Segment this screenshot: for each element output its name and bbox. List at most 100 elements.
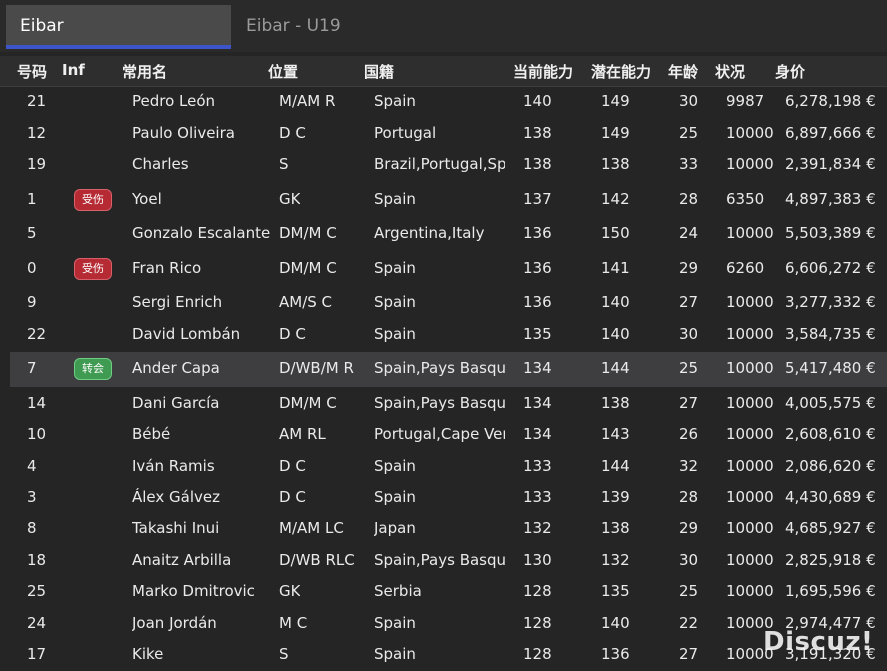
cell-number: 9 bbox=[27, 293, 37, 311]
cell-nationality: Spain bbox=[374, 488, 416, 506]
column-header-value[interactable]: 身价 bbox=[775, 61, 805, 82]
column-header-current-ability[interactable]: 当前能力 bbox=[513, 61, 573, 82]
column-header-potential-ability[interactable]: 潜在能力 bbox=[591, 61, 651, 82]
cell-value: 4,897,383 € bbox=[785, 190, 876, 208]
cell-number: 0 bbox=[27, 259, 37, 277]
column-header-name[interactable]: 常用名 bbox=[122, 61, 167, 82]
tab-bar: Eibar Eibar - U19 bbox=[0, 0, 887, 52]
cell-nationality: Spain bbox=[374, 293, 416, 311]
cell-condition: 10000 bbox=[726, 359, 774, 377]
column-header-inf[interactable]: Inf bbox=[62, 61, 85, 79]
cell-value: 4,685,927 € bbox=[785, 519, 876, 537]
cell-nationality: Argentina,Italy bbox=[374, 224, 485, 242]
cell-potential-ability: 141 bbox=[601, 259, 630, 277]
cell-value: 3,277,332 € bbox=[785, 293, 876, 311]
cell-age: 25 bbox=[679, 124, 699, 142]
transfer-badge[interactable]: 转会 bbox=[74, 358, 112, 380]
cell-value: 3,584,735 € bbox=[785, 325, 876, 343]
cell-position: DM/M C bbox=[279, 224, 337, 242]
cell-number: 8 bbox=[27, 519, 37, 537]
cell-position: D C bbox=[279, 124, 306, 142]
table-row[interactable]: 12 Paulo Oliveira D C Portugal 138 149 25 10000… bbox=[10, 118, 887, 150]
cell-nationality: Spain,Pays Basque bbox=[374, 551, 505, 569]
cell-condition: 10000 bbox=[726, 457, 774, 475]
cell-current-ability: 136 bbox=[523, 259, 552, 277]
column-header-number[interactable]: 号码 bbox=[17, 61, 47, 82]
cell-position: S bbox=[279, 155, 289, 173]
cell-age: 25 bbox=[679, 582, 699, 600]
table-row[interactable]: 14 Dani García DM/M C Spain,Pays Basque 134 1… bbox=[10, 387, 887, 420]
cell-current-ability: 134 bbox=[523, 359, 552, 377]
table-row[interactable]: 18 Anaitz Arbilla D/WB RLC Spain,Pays Basqu… bbox=[10, 545, 887, 577]
cell-age: 32 bbox=[679, 457, 699, 475]
cell-nationality: Spain bbox=[374, 457, 416, 475]
table-row[interactable]: 9 Sergi Enrich AM/S C Spain 136 140 27 10000 3,2… bbox=[10, 286, 887, 319]
cell-position: GK bbox=[279, 582, 301, 600]
cell-value: 6,606,272 € bbox=[785, 259, 876, 277]
table-row[interactable]: 7 Ander Capa D/WB/M R Spain,Pays Basque 134 1… bbox=[10, 352, 887, 387]
table-row[interactable]: 0 Fran Rico DM/M C Spain 136 141 29 6260 6,606,2… bbox=[10, 252, 887, 287]
cell-current-ability: 134 bbox=[523, 394, 552, 412]
column-header-age[interactable]: 年龄 bbox=[668, 61, 698, 82]
injury-badge[interactable]: 受伤 bbox=[74, 189, 112, 211]
cell-number: 4 bbox=[27, 457, 37, 475]
cell-value: 4,430,689 € bbox=[785, 488, 876, 506]
column-header-condition[interactable]: 状况 bbox=[715, 61, 745, 82]
cell-number: 5 bbox=[27, 224, 37, 242]
table-row[interactable]: 24 Joan Jordán M C Spain 128 140 22 10000 2,974,… bbox=[10, 608, 887, 640]
table-row[interactable]: 5 Gonzalo Escalante DM/M C Argentina,Italy 1… bbox=[10, 217, 887, 252]
cell-player-name: Ander Capa bbox=[132, 359, 220, 377]
injury-badge[interactable]: 受伤 bbox=[74, 258, 112, 280]
cell-player-name: Takashi Inui bbox=[132, 519, 220, 537]
cell-nationality: Spain bbox=[374, 614, 416, 632]
cell-potential-ability: 139 bbox=[601, 488, 630, 506]
cell-position: D C bbox=[279, 457, 306, 475]
watermark-logo: Discuz! bbox=[763, 627, 874, 657]
table-row[interactable]: 25 Marko Dmitrovic GK Serbia 128 135 25 10000 1,… bbox=[10, 577, 887, 609]
cell-player-name: Gonzalo Escalante bbox=[132, 224, 271, 242]
cell-number: 7 bbox=[27, 359, 37, 377]
cell-player-name: Sergi Enrich bbox=[132, 293, 223, 311]
cell-number: 21 bbox=[27, 92, 47, 110]
cell-position: D/WB RLC bbox=[279, 551, 355, 569]
cell-potential-ability: 135 bbox=[601, 582, 630, 600]
cell-nationality: Spain bbox=[374, 325, 416, 343]
cell-position: M C bbox=[279, 614, 308, 632]
table-row[interactable]: 1 Yoel GK Spain 137 142 28 6350 4,897,383 € 受伤 bbox=[10, 183, 887, 218]
tab-eibar-u19[interactable]: Eibar - U19 bbox=[246, 5, 341, 49]
cell-current-ability: 133 bbox=[523, 457, 552, 475]
table-row[interactable]: 10 Bébé AM RL Portugal,Cape Verde 134 143 26 10… bbox=[10, 420, 887, 452]
cell-condition: 10000 bbox=[726, 519, 774, 537]
cell-position: GK bbox=[279, 190, 301, 208]
table-row[interactable]: 17 Kike S Spain 128 136 27 10000 3,191,320 € bbox=[10, 640, 887, 671]
cell-number: 10 bbox=[27, 425, 47, 443]
table-row[interactable]: 3 Álex Gálvez D C Spain 133 139 28 10000 4,430,6… bbox=[10, 483, 887, 514]
cell-age: 30 bbox=[679, 325, 699, 343]
column-header-nationality[interactable]: 国籍 bbox=[364, 61, 394, 82]
cell-condition: 10000 bbox=[726, 394, 774, 412]
cell-potential-ability: 138 bbox=[601, 394, 630, 412]
cell-nationality: Japan bbox=[374, 519, 416, 537]
table-row[interactable]: 21 Pedro León M/AM R Spain 140 149 30 9987 6,278… bbox=[10, 88, 887, 118]
cell-position: D C bbox=[279, 325, 306, 343]
cell-potential-ability: 149 bbox=[601, 124, 630, 142]
table-row[interactable]: 19 Charles S Brazil,Portugal,Spa 138 138 33 100… bbox=[10, 150, 887, 183]
table-row[interactable]: 8 Takashi Inui M/AM LC Japan 132 138 29 10000 4,… bbox=[10, 514, 887, 546]
cell-condition: 10000 bbox=[726, 224, 774, 242]
cell-age: 22 bbox=[679, 614, 699, 632]
tab-eibar[interactable]: Eibar bbox=[6, 5, 231, 49]
cell-current-ability: 137 bbox=[523, 190, 552, 208]
table-row[interactable]: 22 David Lombán D C Spain 135 140 30 10000 3,584… bbox=[10, 319, 887, 352]
column-header-position[interactable]: 位置 bbox=[268, 61, 298, 82]
cell-age: 30 bbox=[679, 92, 699, 110]
cell-nationality: Portugal,Cape Verde bbox=[374, 425, 505, 443]
table-row[interactable]: 4 Iván Ramis D C Spain 133 144 32 10000 2,086,62… bbox=[10, 451, 887, 483]
cell-player-name: Bébé bbox=[132, 425, 171, 443]
cell-player-name: Marko Dmitrovic bbox=[132, 582, 255, 600]
cell-nationality: Spain bbox=[374, 190, 416, 208]
cell-age: 27 bbox=[679, 293, 699, 311]
cell-potential-ability: 143 bbox=[601, 425, 630, 443]
cell-nationality: Serbia bbox=[374, 582, 422, 600]
cell-potential-ability: 149 bbox=[601, 92, 630, 110]
cell-value: 2,608,610 € bbox=[785, 425, 876, 443]
